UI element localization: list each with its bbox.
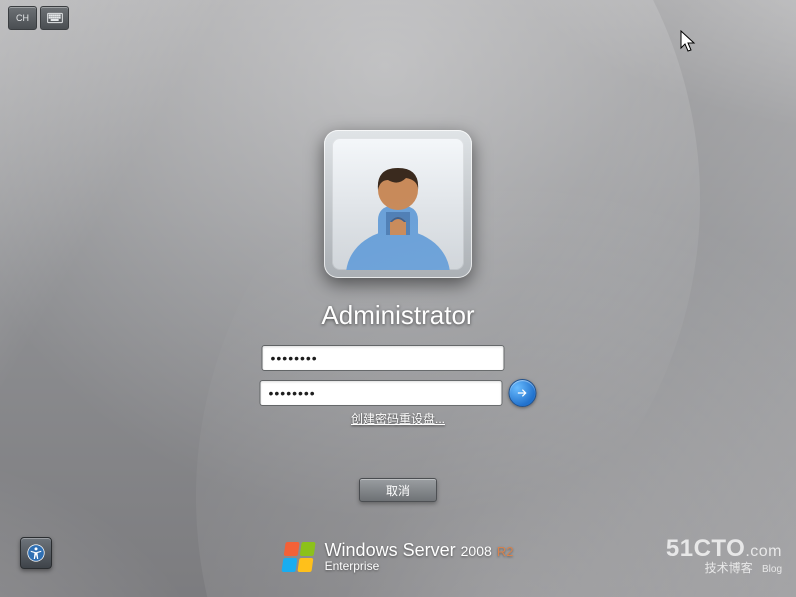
username-label: Administrator xyxy=(0,300,796,331)
password-input-2[interactable] xyxy=(260,380,503,406)
keyboard-icon xyxy=(47,12,63,24)
ime-switch-button[interactable]: CH xyxy=(8,6,37,30)
watermark-tagline-en: Blog xyxy=(762,564,782,575)
arrow-right-icon xyxy=(516,386,530,400)
onscreen-keyboard-button[interactable] xyxy=(40,6,69,30)
ime-label: CH xyxy=(16,13,29,23)
password-reset-row: 创建密码重设盘... xyxy=(0,410,796,428)
windows-flag-icon xyxy=(280,541,316,573)
user-avatar-frame xyxy=(324,130,472,278)
cancel-button[interactable]: 取消 xyxy=(359,478,437,502)
windows-branding: Windows Server 2008 R2 Enterprise xyxy=(283,541,514,573)
watermark-site: 51CTO xyxy=(666,535,745,562)
password-input-1[interactable] xyxy=(262,345,505,371)
cancel-label: 取消 xyxy=(386,482,410,499)
person-icon xyxy=(346,150,450,270)
ease-of-access-button[interactable] xyxy=(20,537,52,569)
watermark: 51CTO.com 技术博客 Blog xyxy=(666,536,782,575)
login-screen: CH Administrator xyxy=(0,0,796,597)
password-row-2 xyxy=(260,379,537,407)
create-password-reset-disk-link[interactable]: 创建密码重设盘... xyxy=(351,412,445,426)
brand-product-line: Windows Server 2008 R2 xyxy=(325,541,514,560)
user-avatar xyxy=(332,138,464,270)
submit-login-button[interactable] xyxy=(509,379,537,407)
mouse-cursor-icon xyxy=(680,30,696,54)
password-row-1 xyxy=(262,345,535,371)
watermark-domain: .com xyxy=(745,543,782,560)
brand-edition: Enterprise xyxy=(325,560,514,573)
watermark-tagline-cn: 技术博客 xyxy=(705,561,753,575)
accessibility-icon xyxy=(27,544,45,562)
